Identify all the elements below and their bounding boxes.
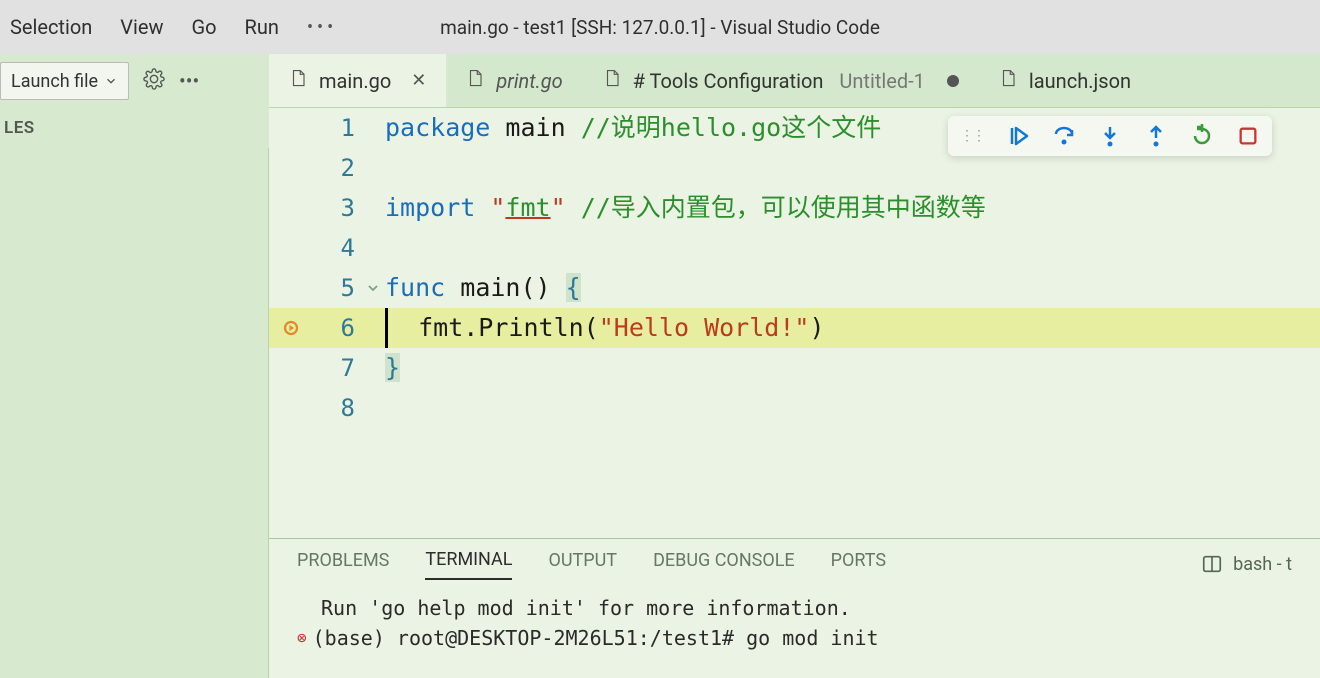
tab-label: print.go [496, 69, 562, 93]
file-icon [999, 67, 1017, 94]
tab-label: launch.json [1029, 69, 1131, 93]
error-icon: ⊗ [297, 623, 307, 653]
code-line[interactable]: 7} [269, 348, 1320, 388]
code-content[interactable]: fmt.Println("Hello World!") [385, 308, 1320, 348]
file-icon [289, 67, 307, 94]
menu-view[interactable]: View [120, 15, 163, 39]
code-content[interactable]: func main() { [385, 268, 1320, 308]
terminal-output[interactable]: Run 'go help mod init' for more informat… [269, 589, 1320, 657]
titlebar: Selection View Go Run ••• main.go - test… [0, 0, 1320, 54]
code-line[interactable]: 6 fmt.Println("Hello World!") [269, 308, 1320, 348]
restart-button[interactable] [1190, 124, 1214, 148]
gear-icon[interactable] [143, 68, 165, 95]
line-number: 7 [313, 348, 361, 388]
editor-tab-1[interactable]: print.go [446, 54, 582, 107]
code-content[interactable]: } [385, 348, 1320, 388]
line-number: 1 [313, 108, 361, 148]
tab-secondary-label: Untitled-1 [839, 69, 924, 93]
tab-label: # Tools Configuration [633, 69, 824, 93]
bottom-panel: PROBLEMS TERMINAL OUTPUT DEBUG CONSOLE P… [269, 538, 1320, 678]
code-line[interactable]: 5 func main() { [269, 268, 1320, 308]
close-icon[interactable]: ✕ [411, 70, 426, 91]
line-number: 2 [313, 148, 361, 188]
line-number: 3 [313, 188, 361, 228]
more-actions-icon[interactable]: ••• [179, 69, 199, 93]
editor-tab-2[interactable]: # Tools Configuration Untitled-1 [583, 54, 979, 107]
drag-handle-icon[interactable]: ⋮⋮ [960, 128, 984, 144]
code-content[interactable]: import "fmt" //导入内置包，可以使用其中函数等 [385, 188, 1320, 228]
terminal-prompt: (base) root@DESKTOP-2M26L51:/test1# go m… [313, 623, 879, 653]
chevron-down-icon [104, 74, 118, 88]
file-icon [466, 67, 484, 94]
terminal-name-label[interactable]: bash - t [1233, 554, 1292, 575]
code-line[interactable]: 3 import "fmt" //导入内置包，可以使用其中函数等 [269, 188, 1320, 228]
editor-tabs: main.go ✕ print.go # Tools Configuration Unt… [269, 54, 1320, 108]
debug-sidebar: Launch file ••• LES [0, 54, 269, 678]
step-into-button[interactable] [1098, 124, 1122, 148]
menu-selection[interactable]: Selection [10, 15, 92, 39]
editor-tab-3[interactable]: launch.json [979, 54, 1151, 107]
launch-config-label: Launch file [11, 71, 98, 92]
line-number: 6 [313, 308, 361, 348]
debug-toolbar[interactable]: ⋮⋮ [948, 116, 1272, 156]
code-line[interactable]: 4 [269, 228, 1320, 268]
menu-overflow-icon[interactable]: ••• [307, 17, 337, 38]
code-line[interactable]: 8 [269, 388, 1320, 428]
stop-button[interactable] [1236, 124, 1260, 148]
panel-tab-output[interactable]: OUTPUT [548, 550, 617, 579]
terminal-line: Run 'go help mod init' for more informat… [321, 593, 851, 623]
line-number: 4 [313, 228, 361, 268]
line-number: 5 [313, 268, 361, 308]
file-icon [603, 67, 621, 94]
editor-tab-0[interactable]: main.go ✕ [269, 54, 446, 107]
panel-tab-problems[interactable]: PROBLEMS [297, 550, 389, 579]
window-title: main.go - test1 [SSH: 127.0.0.1] - Visua… [440, 16, 880, 39]
panel-tab-ports[interactable]: PORTS [831, 550, 886, 579]
fold-chevron-icon[interactable] [365, 280, 381, 296]
panel-tab-terminal[interactable]: TERMINAL [425, 549, 512, 580]
split-panel-icon[interactable] [1201, 553, 1223, 575]
launch-config-select[interactable]: Launch file [0, 62, 129, 100]
step-out-button[interactable] [1144, 124, 1168, 148]
step-over-button[interactable] [1052, 124, 1076, 148]
editor[interactable]: 1package main //说明hello.go这个文件23import "… [269, 108, 1320, 538]
line-number: 8 [313, 388, 361, 428]
menu-run[interactable]: Run [245, 15, 279, 39]
tab-label: main.go [319, 69, 391, 93]
modified-indicator-icon [947, 75, 959, 87]
sidebar-section-label: LES [0, 108, 269, 148]
continue-button[interactable] [1006, 124, 1030, 148]
panel-tab-debug-console[interactable]: DEBUG CONSOLE [653, 550, 795, 579]
menu-go[interactable]: Go [192, 15, 217, 39]
breakpoint-icon[interactable] [282, 319, 300, 337]
